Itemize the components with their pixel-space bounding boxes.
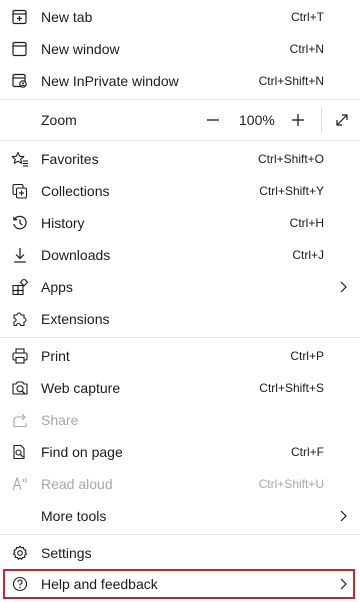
new-tab-icon [11, 9, 29, 25]
help-icon [11, 576, 29, 592]
print-shortcut: Ctrl+P [290, 349, 324, 363]
chevron-right-icon [340, 510, 347, 522]
more-tools-label: More tools [41, 508, 107, 524]
minus-icon[interactable] [201, 108, 225, 132]
menu-item-read-aloud: Read aloud Ctrl+Shift+U [0, 468, 360, 500]
menu-divider [0, 337, 360, 338]
browser-settings-menu: New tab Ctrl+T New window Ctrl+N New InP… [0, 0, 360, 602]
menu-item-zoom: Zoom 100% [0, 100, 360, 140]
menu-item-find-on-page[interactable]: Find on page Ctrl+F [0, 436, 360, 468]
new-window-shortcut: Ctrl+N [289, 42, 324, 56]
favorites-label: Favorites [41, 151, 99, 167]
zoom-separator [321, 108, 322, 132]
history-label: History [41, 215, 85, 231]
web-capture-shortcut: Ctrl+Shift+S [259, 381, 324, 395]
read-aloud-shortcut: Ctrl+Shift+U [258, 477, 324, 491]
menu-item-favorites[interactable]: Favorites Ctrl+Shift+O [0, 143, 360, 175]
menu-item-share: Share [0, 404, 360, 436]
apps-label: Apps [41, 279, 73, 295]
download-icon [11, 247, 29, 263]
settings-label: Settings [41, 545, 92, 561]
menu-item-new-window[interactable]: New window Ctrl+N [0, 33, 360, 65]
menu-item-apps[interactable]: Apps [0, 271, 360, 303]
extensions-label: Extensions [41, 311, 110, 327]
zoom-value: 100% [239, 112, 275, 128]
puzzle-icon [11, 311, 29, 327]
collections-icon [11, 183, 29, 199]
chevron-right-icon [340, 578, 347, 590]
new-inprivate-shortcut: Ctrl+Shift+N [258, 74, 324, 88]
history-shortcut: Ctrl+H [289, 216, 324, 230]
menu-item-extensions[interactable]: Extensions [0, 303, 360, 335]
menu-item-downloads[interactable]: Downloads Ctrl+J [0, 239, 360, 271]
menu-item-print[interactable]: Print Ctrl+P [0, 340, 360, 372]
collections-label: Collections [41, 183, 110, 199]
menu-item-collections[interactable]: Collections Ctrl+Shift+Y [0, 175, 360, 207]
menu-item-more-tools[interactable]: More tools [0, 500, 360, 532]
zoom-controls [201, 100, 225, 140]
plus-icon[interactable] [286, 108, 310, 132]
fullscreen-wrap [330, 100, 354, 140]
fullscreen-icon[interactable] [330, 108, 354, 132]
new-inprivate-label: New InPrivate window [41, 73, 179, 89]
find-on-page-label: Find on page [41, 444, 123, 460]
new-window-label: New window [41, 41, 120, 57]
history-icon [11, 215, 29, 231]
print-label: Print [41, 348, 70, 364]
read-aloud-label: Read aloud [41, 476, 113, 492]
menu-item-help-feedback[interactable]: Help and feedback [0, 569, 360, 599]
zoom-label: Zoom [41, 112, 77, 128]
menu-item-new-inprivate[interactable]: New InPrivate window Ctrl+Shift+N [0, 65, 360, 97]
downloads-label: Downloads [41, 247, 111, 263]
gear-icon [11, 545, 29, 561]
zoom-plus-wrap [286, 100, 310, 140]
menu-item-settings[interactable]: Settings [0, 537, 360, 569]
menu-item-new-tab[interactable]: New tab Ctrl+T [0, 1, 360, 33]
help-feedback-label: Help and feedback [41, 576, 158, 592]
star-list-icon [11, 151, 29, 167]
downloads-shortcut: Ctrl+J [292, 248, 324, 262]
apps-icon [11, 279, 29, 295]
share-label: Share [41, 412, 79, 428]
menu-divider [0, 140, 360, 141]
capture-icon [11, 380, 29, 396]
new-tab-shortcut: Ctrl+T [291, 10, 324, 24]
menu-item-web-capture[interactable]: Web capture Ctrl+Shift+S [0, 372, 360, 404]
new-tab-label: New tab [41, 9, 93, 25]
collections-shortcut: Ctrl+Shift+Y [259, 184, 324, 198]
web-capture-label: Web capture [41, 380, 121, 396]
find-icon [11, 444, 29, 460]
read-aloud-icon [11, 476, 29, 492]
menu-item-history[interactable]: History Ctrl+H [0, 207, 360, 239]
menu-divider [0, 534, 360, 535]
chevron-right-icon [340, 281, 347, 293]
favorites-shortcut: Ctrl+Shift+O [257, 152, 324, 166]
new-window-icon [11, 41, 29, 57]
printer-icon [11, 348, 29, 364]
inprivate-icon [11, 73, 29, 89]
find-on-page-shortcut: Ctrl+F [291, 445, 324, 459]
share-icon [11, 412, 29, 428]
